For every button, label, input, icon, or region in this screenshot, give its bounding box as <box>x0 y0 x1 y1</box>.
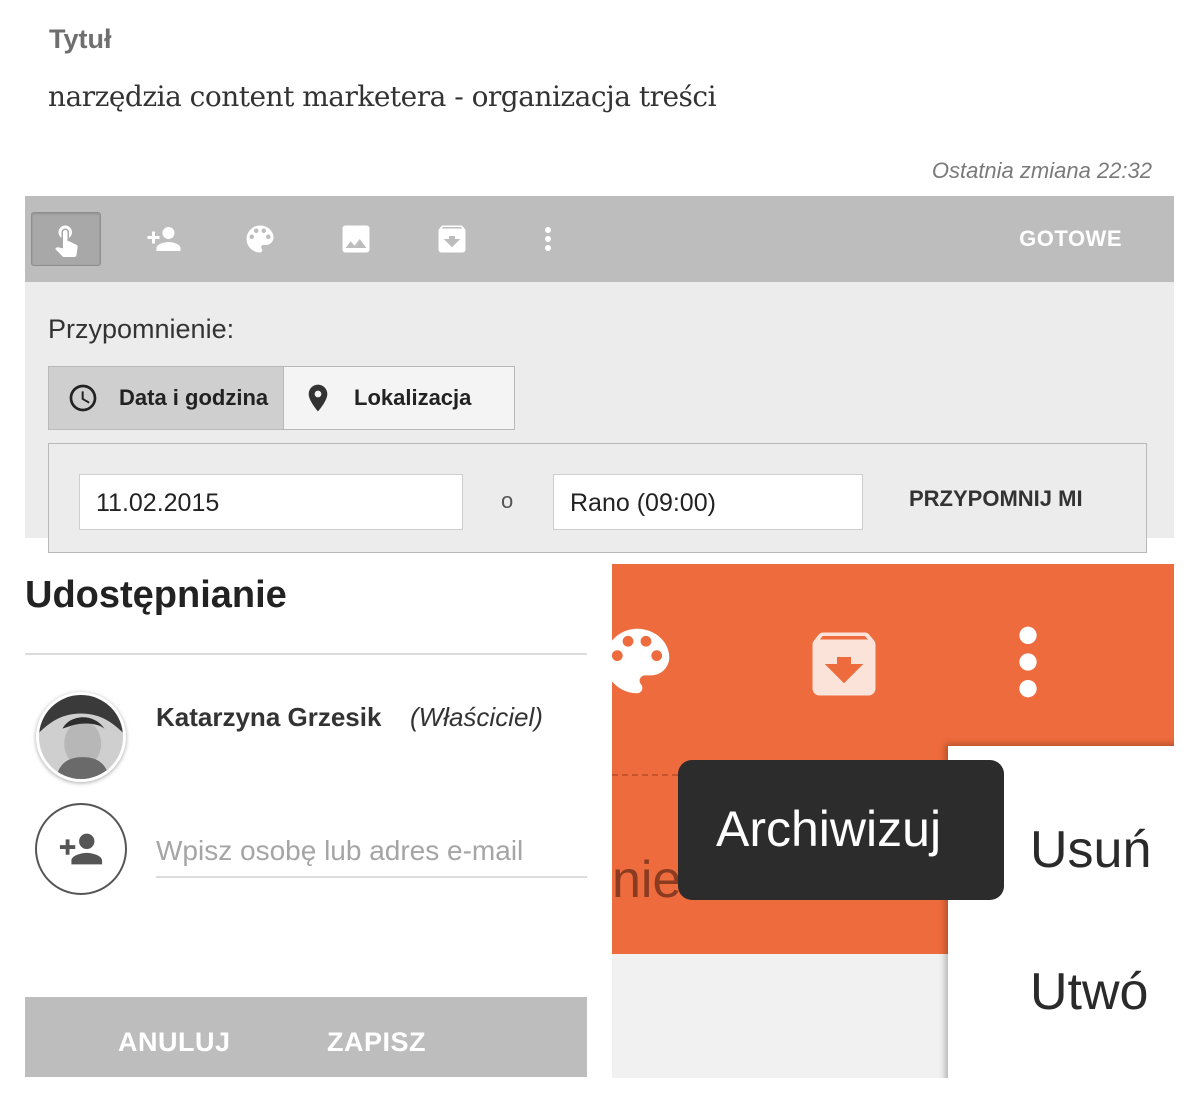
color-button[interactable] <box>225 212 295 266</box>
tab-location-label: Lokalizacja <box>354 385 472 410</box>
avatar <box>36 692 126 782</box>
person-email-input[interactable] <box>156 826 587 878</box>
menu-item-delete[interactable]: Usuń <box>1030 820 1151 880</box>
archive-icon[interactable] <box>802 622 886 706</box>
cancel-button[interactable]: ANULUJ <box>118 1027 231 1058</box>
reminder-touch-button[interactable] <box>31 212 101 266</box>
more-vertical-icon[interactable] <box>1008 622 1048 702</box>
done-button[interactable]: GOTOWE <box>1019 226 1122 252</box>
zoomed-toolbar <box>612 564 1174 746</box>
archive-icon <box>438 225 466 253</box>
palette-icon[interactable] <box>612 618 680 704</box>
more-vertical-icon <box>545 227 551 251</box>
archive-button[interactable] <box>417 212 487 266</box>
user-photo-icon <box>39 695 123 779</box>
collaborator-button[interactable] <box>129 212 199 266</box>
zoomed-note-footer <box>612 954 948 1078</box>
zoomed-text-fragment: nie <box>612 851 682 909</box>
at-separator: o <box>501 488 514 513</box>
reminder-label: Przypomnienie: <box>48 314 235 344</box>
sharing-divider <box>25 653 587 655</box>
reminder-date-field[interactable]: 11.02.2015 <box>79 474 463 530</box>
tab-date-time-label: Data i godzina <box>119 385 269 410</box>
sharing-footer: ANULUJ ZAPISZ <box>25 997 587 1077</box>
save-button[interactable]: ZAPISZ <box>327 1027 426 1058</box>
more-options-button[interactable] <box>513 212 583 266</box>
tab-location[interactable]: Lokalizacja <box>283 366 515 430</box>
reminder-time-field[interactable]: Rano (09:00) <box>553 474 863 530</box>
add-collaborator-avatar <box>35 803 127 895</box>
note-title-label: Tytuł <box>49 24 112 54</box>
location-pin-icon <box>308 384 328 412</box>
owner-role: (Właściciel) <box>410 702 543 732</box>
reminder-form: 11.02.2015 o Rano (09:00) PRZYPOMNIJ MI <box>48 443 1147 553</box>
reminder-panel: Przypomnienie: Data i godzina Lokalizacj… <box>25 282 1174 553</box>
touch-gesture-icon <box>55 225 78 257</box>
remind-me-button[interactable]: PRZYPOMNIJ MI <box>909 486 1083 512</box>
clock-icon <box>69 384 97 412</box>
last-change-timestamp: Ostatnia zmiana 22:32 <box>931 158 1152 183</box>
sharing-title: Udostępnianie <box>25 574 287 616</box>
insert-image-button[interactable] <box>321 212 391 266</box>
note-toolbar: GOTOWE <box>25 196 1174 282</box>
archive-tooltip: Archiwizuj <box>678 760 1004 900</box>
owner-name: Katarzyna Grzesik <box>156 702 382 732</box>
tab-date-time[interactable]: Data i godzina <box>48 366 284 430</box>
image-icon <box>342 225 370 253</box>
add-person-icon <box>59 833 103 865</box>
zoomed-archive-tooltip-view: nie Usuń Utwó Archiwizuj <box>612 564 1174 1078</box>
add-person-icon <box>147 227 181 251</box>
note-title-value[interactable]: narzędzia content marketera - organizacj… <box>48 80 717 113</box>
palette-icon <box>246 225 274 253</box>
menu-item-create[interactable]: Utwó <box>1030 962 1148 1022</box>
